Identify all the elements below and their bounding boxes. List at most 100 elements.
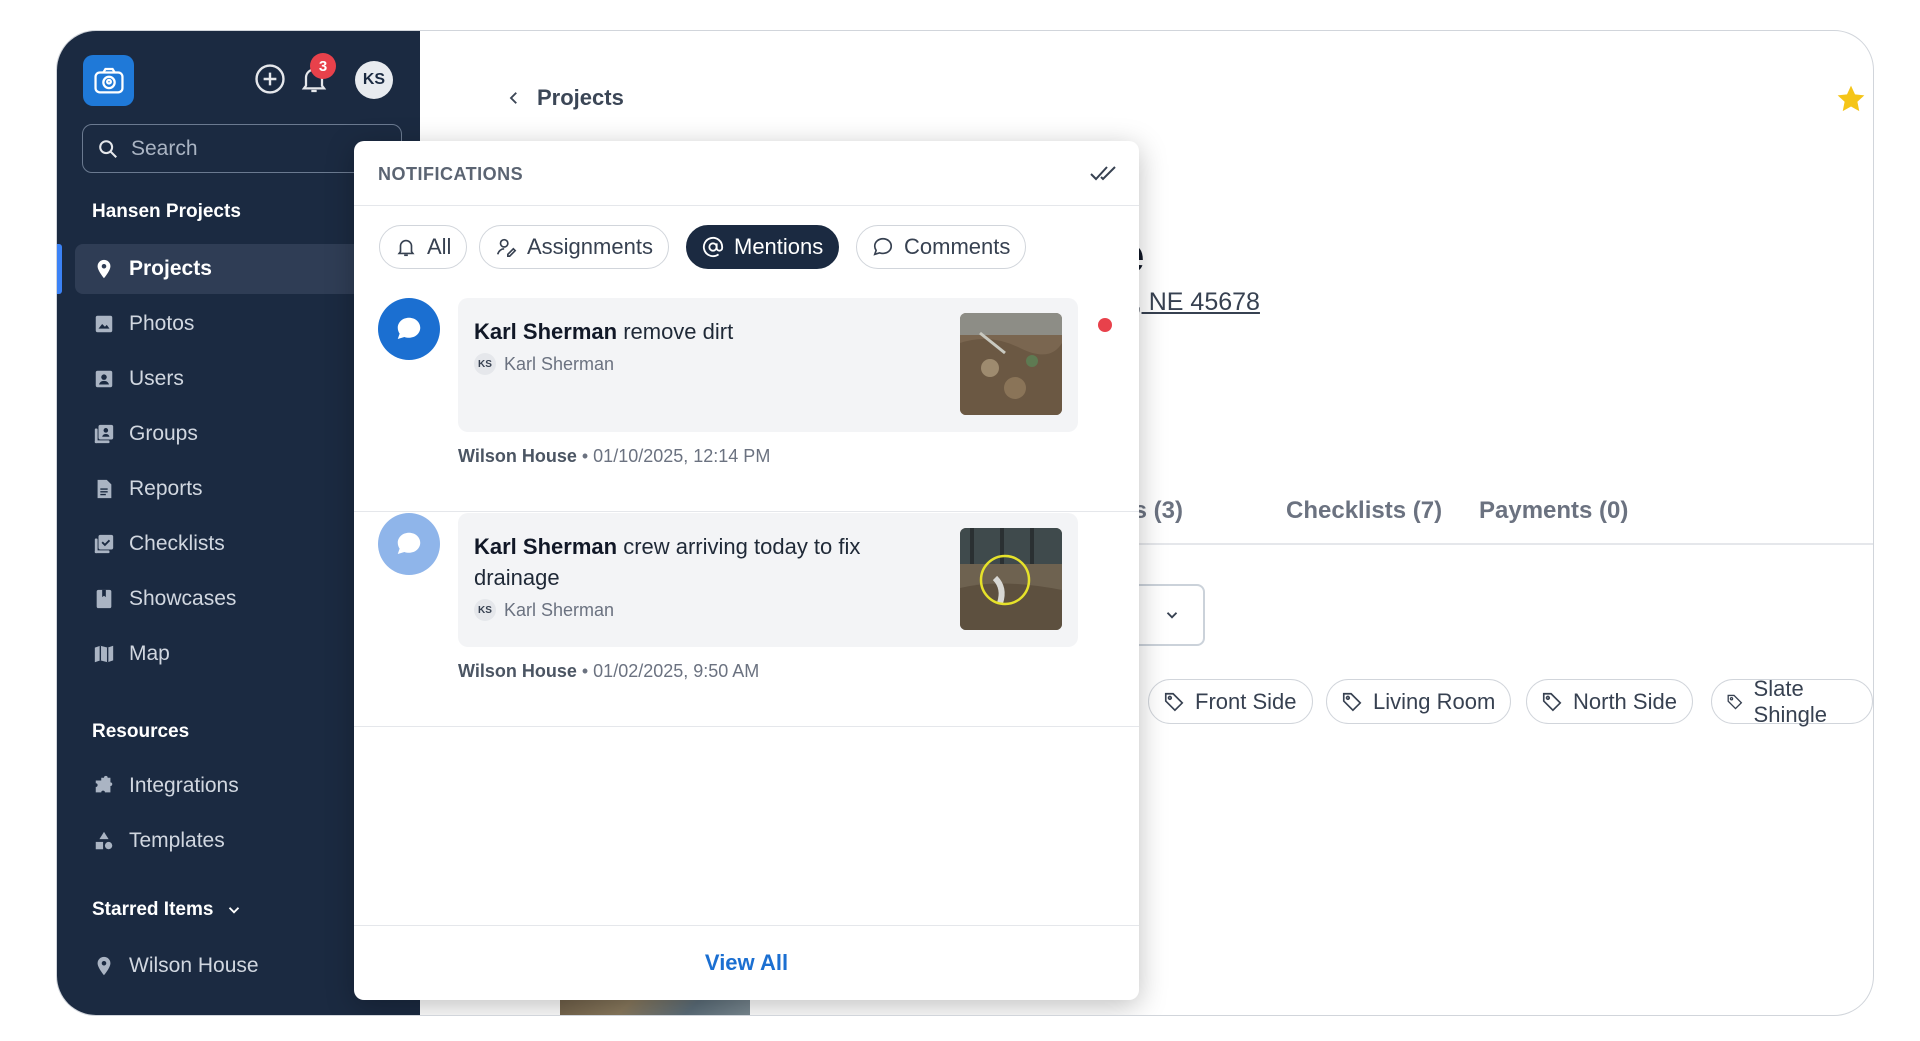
filter-label: All: [427, 234, 452, 259]
tag-chip-living-room[interactable]: Living Room: [1326, 679, 1512, 724]
sidebar-item-label: Projects: [129, 257, 212, 280]
user-assign-icon: [496, 238, 517, 257]
section-title-resources: Resources: [92, 721, 190, 742]
add-button[interactable]: [250, 59, 290, 99]
notification-photo[interactable]: [960, 313, 1062, 415]
notification-badge: 3: [310, 53, 336, 79]
chevron-left-icon: [509, 92, 517, 104]
notification-item[interactable]: Karl Sherman remove dirt KS Karl Sherman: [354, 298, 1139, 512]
tag-icon: [1164, 692, 1184, 711]
notification-project[interactable]: Wilson House: [458, 446, 577, 466]
comment-avatar: [378, 513, 440, 575]
dirt-photo-thumbnail: [960, 313, 1062, 415]
app-window: 3 KS Search Hansen Projects Projects Pho…: [56, 30, 1874, 1016]
sidebar-item-label: Checklists: [129, 532, 225, 555]
starred-items-toggle[interactable]: Starred Items: [92, 899, 243, 921]
notifications-header: NOTIFICATIONS: [354, 141, 1139, 206]
notification-photo[interactable]: [960, 528, 1062, 630]
section-title-starred: Starred Items: [92, 899, 214, 920]
notifications-footer: View All: [354, 925, 1139, 1000]
camera-location-icon: [93, 67, 124, 93]
filter-label: Comments: [904, 234, 1011, 259]
author-avatar: KS: [474, 599, 496, 621]
tag-label: Front Side: [1195, 688, 1297, 714]
tag-label: Living Room: [1373, 688, 1496, 714]
notification-card[interactable]: Karl Sherman remove dirt KS Karl Sherman: [458, 298, 1078, 432]
notification-meta: Wilson House • 01/10/2025, 12:14 PM: [458, 446, 771, 466]
tag-chip-slate-shingle[interactable]: Slate Shingle: [1711, 676, 1873, 727]
notification-project[interactable]: Wilson House: [458, 661, 577, 681]
sidebar-item-label: Templates: [129, 829, 225, 852]
notification-author-row: KS Karl Sherman: [474, 353, 614, 375]
document-icon: [97, 479, 112, 499]
filter-label: Assignments: [527, 234, 653, 259]
chevron-down-icon: [229, 907, 240, 914]
tab-checklists[interactable]: Checklists (7): [1286, 497, 1442, 525]
sidebar-item-label: Photos: [129, 312, 195, 335]
double-check-icon: [1090, 166, 1116, 181]
breadcrumb[interactable]: Projects: [505, 85, 624, 111]
filter-comments[interactable]: Comments: [856, 225, 1027, 269]
comment-icon: [873, 237, 893, 256]
mark-all-read-button[interactable]: [1089, 161, 1117, 190]
filter-assignments[interactable]: Assignments: [479, 225, 669, 269]
map-icon: [94, 645, 114, 663]
notification-text: remove dirt: [623, 319, 734, 344]
tag-icon: [1342, 692, 1362, 711]
checklist-icon: [94, 534, 114, 554]
sidebar-item-label: Groups: [129, 422, 198, 445]
tag-chip-front-side[interactable]: Front Side: [1148, 679, 1313, 724]
chat-bubble-icon: [397, 317, 421, 339]
plus-circle-icon: [255, 64, 285, 94]
sidebar-item-label: Showcases: [129, 587, 237, 610]
notification-timestamp: 01/02/2025, 9:50 AM: [593, 661, 760, 681]
search-icon: [99, 139, 117, 158]
tag-icon: [1727, 694, 1743, 710]
group-icon: [94, 424, 114, 444]
map-pin-icon: [97, 259, 111, 279]
bookmark-book-icon: [96, 589, 112, 609]
drainage-photo-thumbnail: [960, 528, 1062, 630]
image-icon: [95, 315, 113, 333]
notifications-title: NOTIFICATIONS: [378, 164, 524, 184]
tag-chip-north-side[interactable]: North Side: [1526, 679, 1693, 724]
chevron-down-icon: [1166, 612, 1178, 619]
filter-mentions[interactable]: Mentions: [686, 225, 840, 269]
chat-bubble-icon: [397, 532, 421, 554]
sidebar-item-label: Reports: [129, 477, 203, 500]
app-logo[interactable]: [83, 55, 134, 106]
notification-author: Karl Sherman: [474, 319, 618, 344]
favorite-star-button[interactable]: [1835, 83, 1867, 120]
at-sign-icon: [702, 236, 724, 258]
user-avatar[interactable]: KS: [355, 61, 393, 99]
sidebar-item-label: Users: [129, 367, 184, 390]
tag-label: North Side: [1573, 688, 1677, 714]
tag-icon: [1542, 692, 1562, 711]
sidebar-item-label: Integrations: [129, 774, 239, 797]
unread-indicator: [1098, 318, 1112, 332]
user-card-icon: [95, 370, 113, 388]
bell-icon: [397, 239, 415, 257]
notifications-panel: NOTIFICATIONS All Assignments Mentions C…: [354, 141, 1139, 1000]
filter-all[interactable]: All: [379, 225, 468, 269]
tab-payments[interactable]: Payments (0): [1479, 497, 1628, 525]
shapes-icon: [95, 831, 113, 850]
filter-label: Mentions: [734, 234, 824, 259]
notification-card[interactable]: Karl Sherman crew arriving today to fix …: [458, 513, 1078, 647]
notification-item[interactable]: Karl Sherman crew arriving today to fix …: [354, 513, 1139, 727]
notification-author-row: KS Karl Sherman: [474, 599, 614, 621]
comment-avatar: [378, 298, 440, 360]
section-title-projects: Hansen Projects: [92, 201, 241, 222]
view-all-link[interactable]: View All: [705, 950, 788, 976]
author-name: Karl Sherman: [504, 353, 615, 374]
star-icon: [1837, 85, 1865, 112]
search-placeholder: Search: [131, 136, 198, 160]
author-name: Karl Sherman: [504, 599, 615, 620]
sidebar-item-label: Wilson House: [129, 954, 259, 977]
active-indicator: [57, 244, 62, 294]
puzzle-icon: [95, 775, 113, 793]
notification-timestamp: 01/10/2025, 12:14 PM: [593, 446, 771, 466]
author-avatar: KS: [474, 353, 496, 375]
sidebar-item-label: Map: [129, 642, 170, 665]
tag-label: Slate Shingle: [1753, 675, 1827, 727]
